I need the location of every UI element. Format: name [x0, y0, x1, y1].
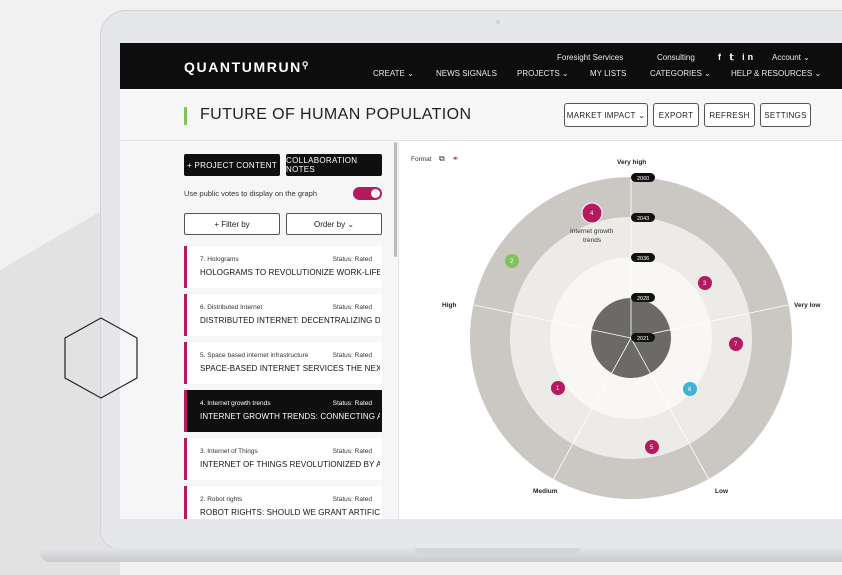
nav-create-label: CREATE	[373, 69, 405, 78]
quantumrun-logo[interactable]: QUANTUMRUN⚲	[184, 59, 310, 75]
year-label-2036: 2036	[637, 256, 649, 262]
item-index: 2. Robot rights	[200, 496, 243, 503]
list-item[interactable]: 7. Holograms Status: Rated HOLOGRAMS TO …	[184, 246, 382, 288]
item-index: 3. Internet of Things	[200, 448, 258, 455]
year-label-2028: 2028	[637, 296, 649, 302]
list-item[interactable]: 6. Distributed Internet Status: Rated DI…	[184, 294, 382, 336]
toggle-knob	[371, 189, 380, 198]
item-status: Status: Rated	[332, 352, 372, 359]
sidebar-scrollbar[interactable]	[394, 142, 397, 257]
item-status: Status: Rated	[332, 304, 372, 311]
nav-account-label: Account	[772, 53, 801, 62]
public-votes-label: Use public votes to display on the graph	[184, 189, 317, 198]
export-button[interactable]: EXPORT	[653, 103, 699, 127]
nav-create[interactable]: CREATE ⌄	[373, 69, 414, 78]
settings-button[interactable]: SETTINGS	[760, 103, 811, 127]
item-index: 5. Space based internet infrastructure	[200, 352, 309, 359]
app-screen: QUANTUMRUN⚲ Foresight Services Consultin…	[120, 43, 842, 519]
list-item[interactable]: 5. Space based internet infrastructure S…	[184, 342, 382, 384]
radar-point-2[interactable]: 2	[505, 254, 519, 268]
order-by-dropdown[interactable]: Order by ⌄	[286, 213, 382, 235]
list-item[interactable]: 2. Robot rights Status: Rated ROBOT RIGH…	[184, 486, 382, 519]
chevron-down-icon: ⌄	[561, 69, 569, 78]
market-impact-dropdown[interactable]: MARKET IMPACT ⌄	[564, 103, 648, 127]
list-item-selected[interactable]: 4. Internet growth trends Status: Rated …	[184, 390, 382, 432]
year-label-2043: 2043	[637, 216, 649, 222]
nav-consulting[interactable]: Consulting	[657, 53, 695, 62]
refresh-button[interactable]: REFRESH	[704, 103, 755, 127]
nav-categories[interactable]: CATEGORIES ⌄	[650, 69, 711, 78]
page-title: FUTURE OF HUMAN POPULATION	[200, 106, 472, 123]
chevron-down-icon: ⌄	[704, 69, 711, 78]
item-status: Status: Rated	[332, 448, 372, 455]
item-index: 6. Distributed Internet	[200, 304, 263, 311]
point-note: Internet growth	[570, 228, 614, 235]
list-item[interactable]: 3. Internet of Things Status: Rated INTE…	[184, 438, 382, 480]
nav-projects-label: PROJECTS	[517, 69, 560, 78]
radar-point-5[interactable]: 5	[645, 440, 659, 454]
laptop-camera	[496, 20, 500, 24]
top-navigation: QUANTUMRUN⚲ Foresight Services Consultin…	[120, 43, 842, 89]
nav-foresight-services[interactable]: Foresight Services	[557, 53, 623, 62]
item-status: Status: Rated	[332, 400, 372, 407]
logo-text: QUANTUMRUN	[184, 59, 302, 75]
nav-projects[interactable]: PROJECTS ⌄	[517, 69, 569, 78]
social-icons[interactable]: f 𝕥 in	[718, 52, 756, 63]
nav-account[interactable]: Account ⌄	[772, 53, 810, 62]
year-label-2060: 2060	[637, 176, 649, 182]
radar-chart: Very high High Very low Medium Low 2060 …	[442, 159, 821, 499]
project-sidebar: + PROJECT CONTENT COLLABORATION NOTES Us…	[120, 142, 398, 519]
item-index: 4. Internet growth trends	[200, 400, 271, 407]
radar-chart-panel: Format ⧉ ⚭ Very high High Very low Mediu…	[398, 142, 842, 519]
logo-link-icon: ⚲	[301, 60, 311, 70]
axis-label-very-high: Very high	[617, 159, 646, 166]
axis-label-high: High	[442, 302, 456, 309]
project-content-button[interactable]: + PROJECT CONTENT	[184, 154, 280, 176]
item-status: Status: Rated	[332, 496, 372, 503]
market-impact-label: MARKET IMPACT	[566, 110, 636, 120]
page-header: FUTURE OF HUMAN POPULATION MARKET IMPACT…	[120, 89, 842, 141]
chevron-down-icon: ⌄	[638, 110, 646, 120]
collaboration-notes-button[interactable]: COLLABORATION NOTES	[286, 154, 382, 176]
point-note: trends	[583, 237, 602, 244]
item-title: HOLOGRAMS TO REVOLUTIONIZE WORK-LIFE...	[200, 268, 380, 277]
axis-label-very-low: Very low	[794, 302, 821, 309]
chevron-down-icon: ⌄	[407, 69, 414, 78]
public-votes-toggle[interactable]	[353, 187, 382, 200]
item-status: Status: Rated	[332, 256, 372, 263]
chevron-down-icon: ⌄	[814, 69, 822, 78]
nav-categories-label: CATEGORIES	[650, 69, 702, 78]
axis-label-low: Low	[715, 488, 729, 495]
radar-point-1[interactable]: 1	[551, 381, 565, 395]
hexagon-outline-icon	[64, 317, 138, 399]
item-title: ROBOT RIGHTS: SHOULD WE GRANT ARTIFICIAL…	[200, 508, 380, 517]
item-title: DISTRIBUTED INTERNET: DECENTRALIZING DAT…	[200, 316, 380, 325]
radar-point-7[interactable]: 7	[729, 337, 743, 351]
item-title: SPACE-BASED INTERNET SERVICES THE NEXT..…	[200, 364, 380, 373]
nav-help-label: HELP & RESOURCES	[731, 69, 813, 78]
item-index: 7. Holograms	[200, 256, 239, 263]
radar-point-6[interactable]: 6	[683, 382, 697, 396]
laptop-notch	[415, 548, 580, 554]
year-label-2021: 2021	[637, 336, 649, 342]
chevron-down-icon: ⌄	[347, 219, 355, 229]
chevron-down-icon: ⌄	[803, 53, 810, 62]
item-title: INTERNET GROWTH TRENDS: CONNECTING AN...	[200, 412, 380, 421]
radar-point-3[interactable]: 3	[698, 276, 712, 290]
nav-news-signals[interactable]: NEWS SIGNALS	[436, 69, 497, 78]
order-by-label: Order by	[313, 219, 346, 229]
title-accent-bar	[184, 107, 187, 125]
item-title: INTERNET OF THINGS REVOLUTIONIZED BY AI:…	[200, 460, 380, 469]
axis-label-medium: Medium	[533, 488, 558, 495]
nav-help-resources[interactable]: HELP & RESOURCES ⌄	[731, 69, 821, 78]
nav-my-lists[interactable]: MY LISTS	[590, 69, 626, 78]
filter-by-button[interactable]: + Filter by	[184, 213, 280, 235]
